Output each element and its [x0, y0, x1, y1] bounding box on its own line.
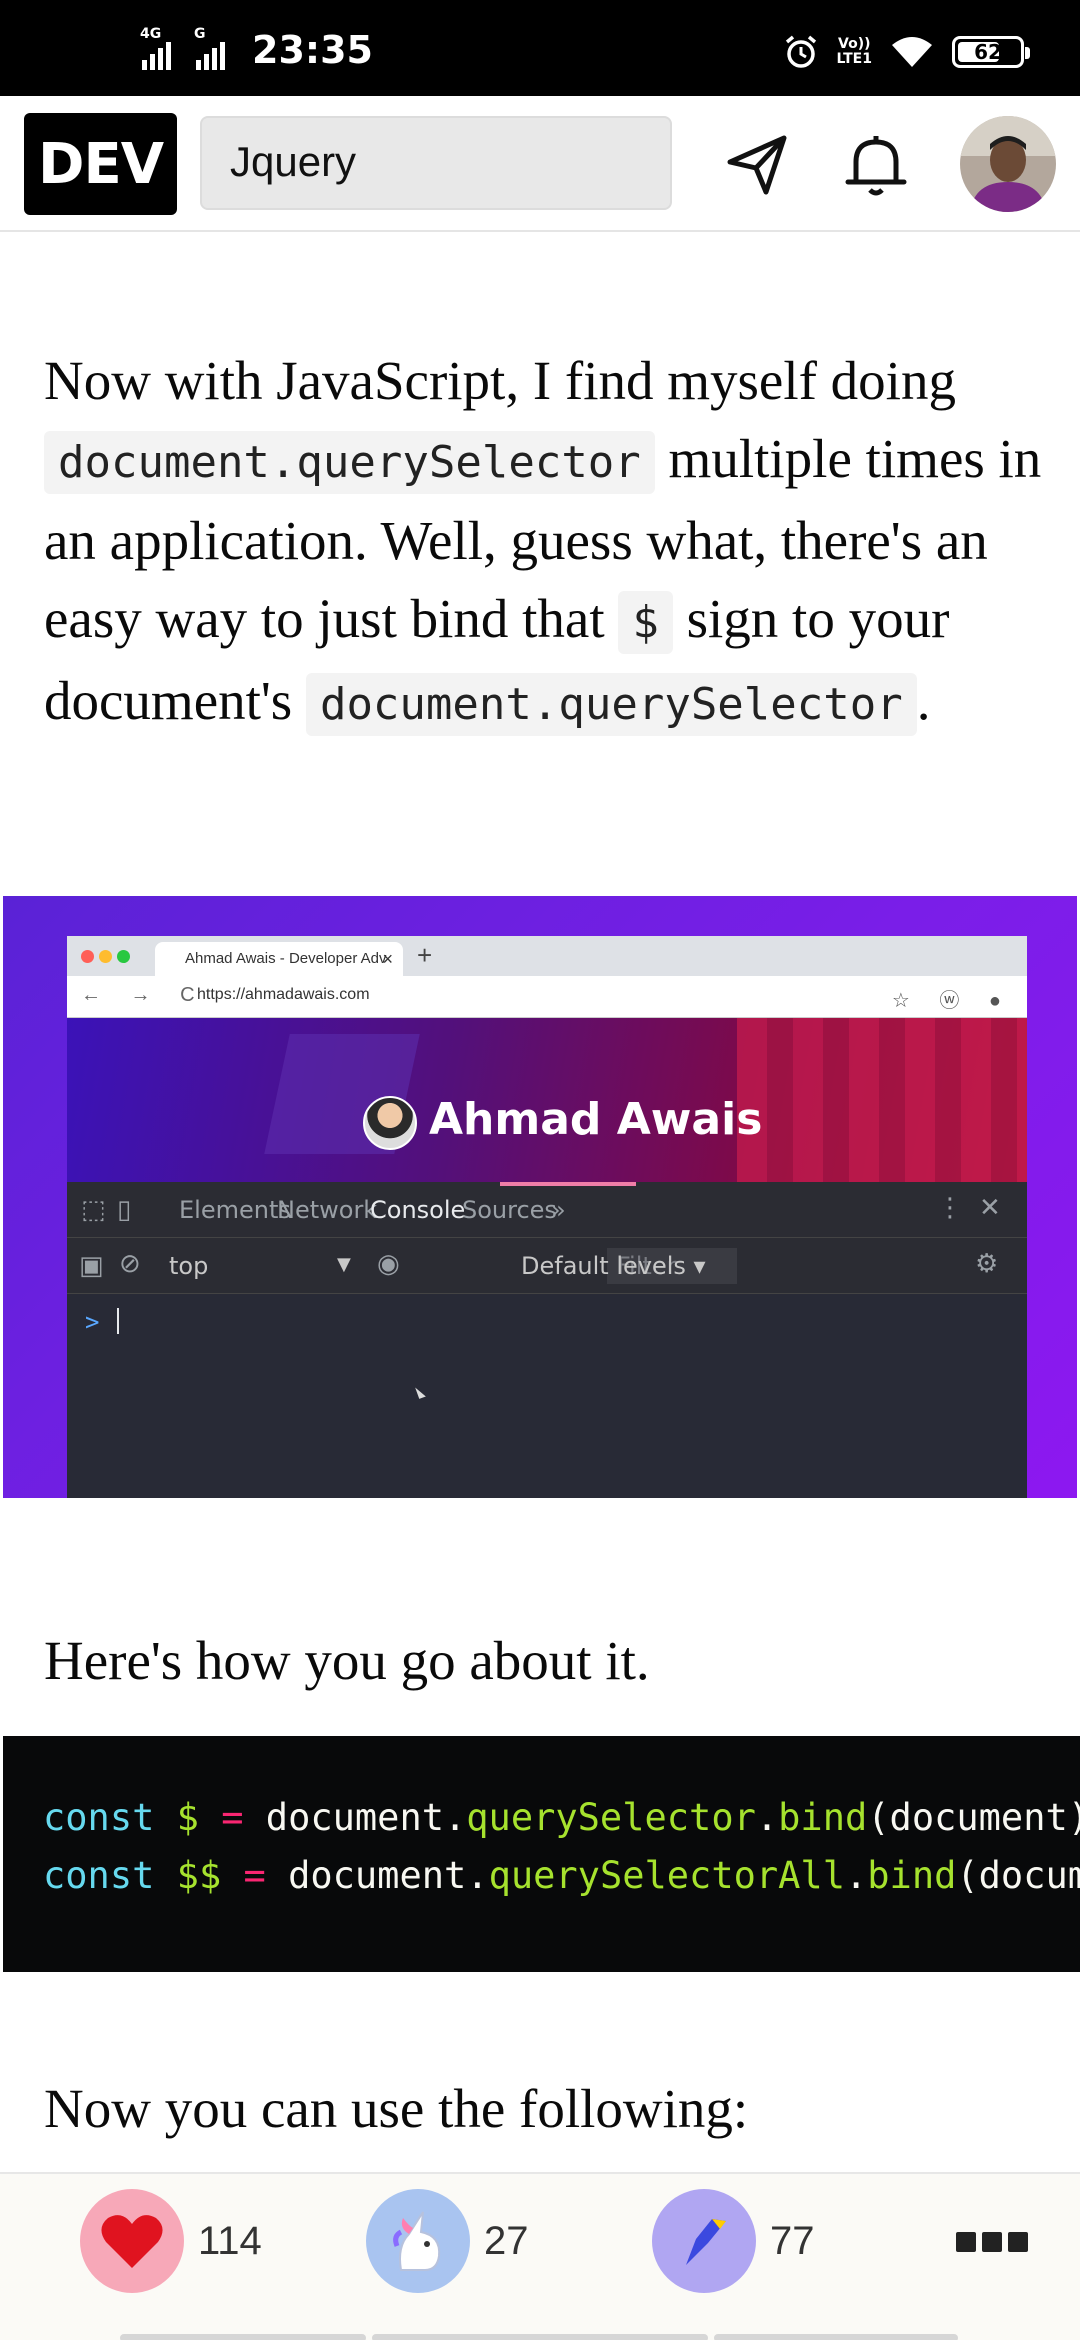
device-icon: ▯ [117, 1194, 132, 1224]
inline-code: document.querySelector [44, 431, 655, 494]
console-toolbar: ▣ ⊘ top ▼ ◉ Filter Default levels ▾ ⚙ [67, 1238, 1027, 1294]
star-icon: ☆ ⓦ ● [891, 990, 1013, 1012]
volte-icon: Vo)) LTE1 [836, 36, 872, 67]
browser-tab: Ahmad Awais - Developer Adv × [155, 942, 403, 976]
dev-logo[interactable]: DEV [24, 113, 177, 215]
code-line: const $ = document.querySelector.bind(do… [43, 1796, 1080, 1839]
sidebar-icon: ▣ [79, 1250, 104, 1280]
reaction-count: 114 [198, 2218, 262, 2263]
send-icon[interactable] [714, 122, 798, 206]
tab-console: Console [370, 1196, 466, 1224]
site-banner: Ahmad Awais [67, 1018, 1027, 1182]
cursor-icon [415, 1385, 426, 1399]
article-body: an element and do stuff to it. Now with … [0, 232, 1080, 2172]
tab-sources: Sources [462, 1196, 557, 1224]
search-input[interactable]: Jquery [200, 116, 672, 210]
levels-select: Default levels ▾ [521, 1252, 706, 1280]
bell-icon[interactable] [834, 122, 918, 206]
clock: 23:35 [252, 28, 373, 72]
article-image[interactable]: Ahmad Awais - Developer Adv × + ← → C ht… [3, 896, 1077, 1498]
chevron-down-icon: ▼ [337, 1254, 351, 1275]
article-paragraph: Now with JavaScript, I find myself doing… [44, 342, 1054, 744]
close-icon: ✕ [979, 1192, 1001, 1222]
text-caret [117, 1308, 119, 1334]
reaction-bar: 114 27 77 [0, 2172, 1080, 2340]
scroll-indicator [714, 2334, 958, 2340]
browser-urlbar: ← → C https://ahmadawais.com ☆ ⓦ ● [67, 976, 1027, 1018]
nav-icons: ← → C [81, 984, 207, 1006]
banner-title: Ahmad Awais [429, 1094, 763, 1145]
inspect-icon: ⬚ [81, 1194, 106, 1224]
signal-icon: G [194, 26, 238, 72]
network-type-label: 4G [140, 26, 162, 42]
bookmark-icon [652, 2189, 756, 2293]
alarm-icon [785, 35, 816, 68]
reaction-count: 77 [770, 2218, 815, 2263]
tab-elements: Elements [179, 1196, 291, 1224]
clear-icon: ⊘ [119, 1248, 141, 1278]
article-paragraph: Here's how you go about it. [44, 1630, 650, 1691]
close-icon: × [382, 949, 393, 969]
code-block[interactable]: const $ = document.querySelector.bind(do… [3, 1736, 1080, 1972]
unicorn-reaction-button[interactable]: 27 [366, 2189, 529, 2293]
plus-icon: + [417, 940, 433, 970]
scroll-indicator [372, 2334, 708, 2340]
bookmark-reaction-button[interactable]: 77 [652, 2189, 815, 2293]
gear-icon: ⚙ [975, 1248, 999, 1278]
article-paragraph: Now you can use the following: [44, 2078, 749, 2139]
more-icon[interactable] [956, 2232, 1028, 2252]
network-type-label: G [194, 26, 206, 42]
status-bar: 4G G 23:35 Vo)) LTE1 62 [0, 0, 1080, 96]
code-line: const $$ = document.querySelectorAll.bin… [43, 1854, 1080, 1897]
avatar[interactable] [960, 116, 1056, 212]
context-select: top [169, 1252, 209, 1280]
scroll-indicator [120, 2334, 366, 2340]
battery-icon: 62 [952, 36, 1030, 68]
eye-icon: ◉ [377, 1248, 400, 1278]
wifi-icon [892, 37, 932, 67]
battery-level: 62 [974, 40, 1002, 64]
browser-screenshot: Ahmad Awais - Developer Adv × + ← → C ht… [67, 936, 1027, 1498]
tab-network: Network [277, 1196, 378, 1224]
reaction-count: 27 [484, 2218, 529, 2263]
unicorn-icon [366, 2189, 470, 2293]
url-text: https://ahmadawais.com [197, 986, 370, 1003]
heart-reaction-button[interactable]: 114 [80, 2189, 262, 2293]
kebab-icon: ⋮ [937, 1192, 963, 1222]
inline-code: $ [618, 591, 673, 654]
inline-code: document.querySelector [305, 673, 917, 736]
status-right: Vo)) LTE1 62 [783, 34, 1030, 70]
browser-tabbar: Ahmad Awais - Developer Adv × + [67, 936, 1027, 976]
top-header: DEV Jquery [0, 96, 1080, 232]
heart-icon [80, 2189, 184, 2293]
article-paragraph: an element and do stuff to it. [44, 232, 1044, 248]
author-avatar [363, 1096, 417, 1150]
signal-icon: 4G [140, 26, 184, 72]
devtools-tabbar: ⬚ ▯ Elements Network Console Sources » ⋮… [67, 1182, 1027, 1238]
more-tabs-icon: » [551, 1196, 566, 1224]
status-left: 4G G 23:35 [140, 26, 373, 72]
console-prompt: > [85, 1308, 100, 1336]
